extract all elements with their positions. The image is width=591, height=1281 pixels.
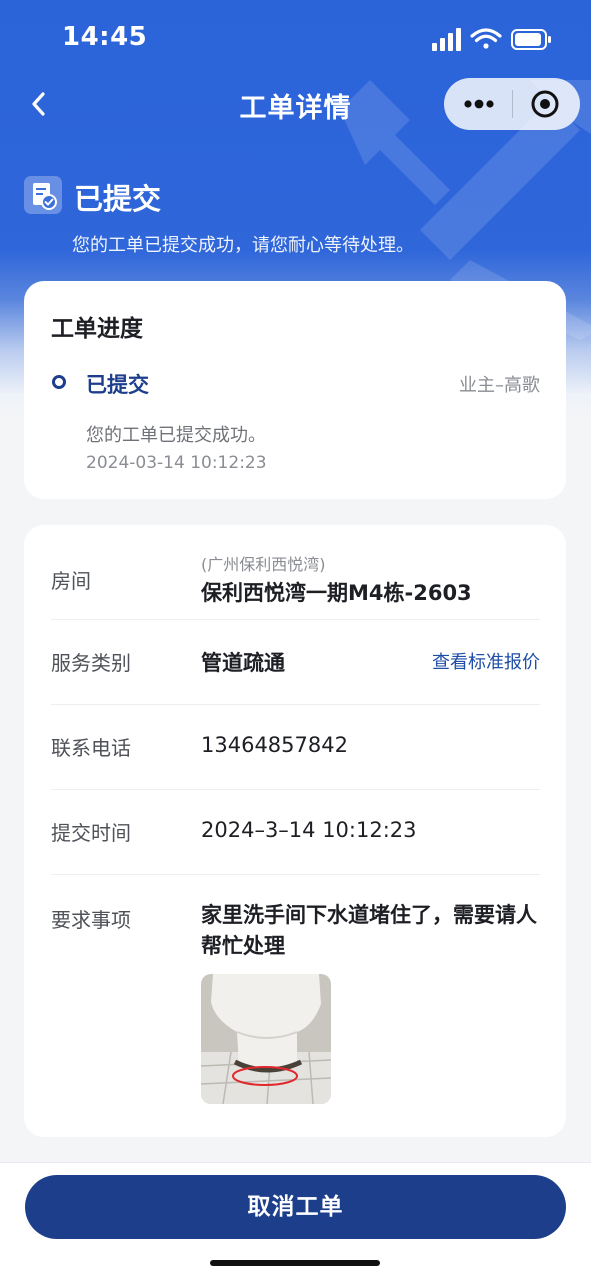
room-row: 房间 (广州保利西悦湾) 保利西悦湾一期M4栋-2603 xyxy=(51,525,540,620)
progress-time: 2024-03-14 10:12:23 xyxy=(86,453,267,473)
battery-icon xyxy=(511,29,551,50)
submit-time-row: 提交时间 2024–3–14 10:12:23 xyxy=(51,789,540,875)
state-description: 您的工单已提交成功，请您耐心等待处理。 xyxy=(72,235,414,256)
progress-card: 工单进度 已提交 业主–高歌 您的工单已提交成功。 2024-03-14 10:… xyxy=(24,281,566,499)
cancel-order-button[interactable]: 取消工单 xyxy=(25,1175,566,1239)
more-icon[interactable] xyxy=(462,92,496,116)
room-value: 保利西悦湾一期M4栋-2603 xyxy=(201,581,472,605)
navigation-bar: 工单详情 xyxy=(0,76,591,132)
progress-message: 您的工单已提交成功。 xyxy=(86,425,266,446)
service-label: 服务类别 xyxy=(51,651,131,675)
document-check-icon xyxy=(24,176,62,214)
details-card: 房间 (广州保利西悦湾) 保利西悦湾一期M4栋-2603 服务类别 管道疏通 查… xyxy=(24,525,566,1137)
room-project: (广州保利西悦湾) xyxy=(201,555,326,574)
status-bar: 14:45 xyxy=(0,0,591,80)
service-row: 服务类别 管道疏通 查看标准报价 xyxy=(51,619,540,705)
view-standard-price-link[interactable]: 查看标准报价 xyxy=(432,648,540,674)
capsule-divider xyxy=(512,90,513,118)
phone-label: 联系电话 xyxy=(51,736,131,760)
service-value: 管道疏通 xyxy=(201,651,285,675)
submit-time-label: 提交时间 xyxy=(51,821,131,845)
progress-title: 工单进度 xyxy=(51,316,143,342)
status-icons xyxy=(432,28,551,51)
phone-row: 联系电话 13464857842 xyxy=(51,704,540,790)
requirement-row: 要求事项 家里洗手间下水道堵住了，需要请人帮忙处理 xyxy=(51,874,540,1124)
progress-owner: 业主–高歌 xyxy=(459,375,540,396)
mini-program-capsule xyxy=(444,78,580,130)
bottom-action-bar: 取消工单 xyxy=(0,1162,591,1281)
signal-icon xyxy=(432,28,461,51)
wifi-icon xyxy=(470,28,502,49)
phone-value: 13464857842 xyxy=(201,733,348,757)
requirement-value: 家里洗手间下水道堵住了，需要请人帮忙处理 xyxy=(201,903,537,958)
submit-time-value: 2024–3–14 10:12:23 xyxy=(201,818,417,842)
room-label: 房间 xyxy=(51,569,91,593)
state-title: 已提交 xyxy=(74,182,162,216)
timeline-dot xyxy=(52,375,66,389)
status-time: 14:45 xyxy=(62,22,148,52)
progress-status: 已提交 xyxy=(86,373,149,397)
requirement-label: 要求事项 xyxy=(51,908,131,932)
home-indicator xyxy=(210,1260,380,1266)
target-icon[interactable] xyxy=(530,89,560,119)
attachment-photo[interactable] xyxy=(201,974,331,1104)
